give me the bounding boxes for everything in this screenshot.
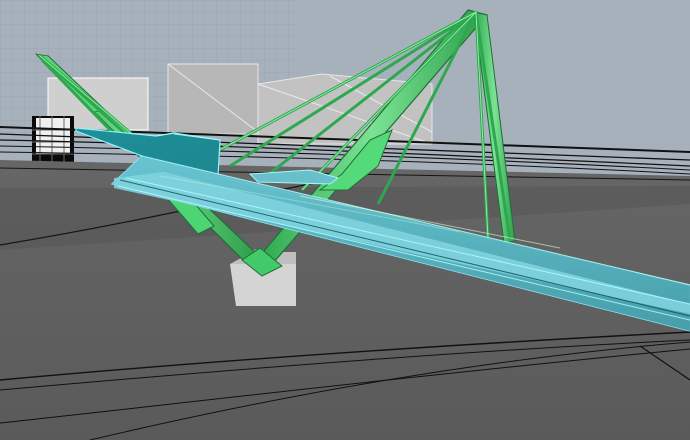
viewport-canvas[interactable] xyxy=(0,0,690,440)
3d-viewport[interactable] xyxy=(0,0,690,440)
